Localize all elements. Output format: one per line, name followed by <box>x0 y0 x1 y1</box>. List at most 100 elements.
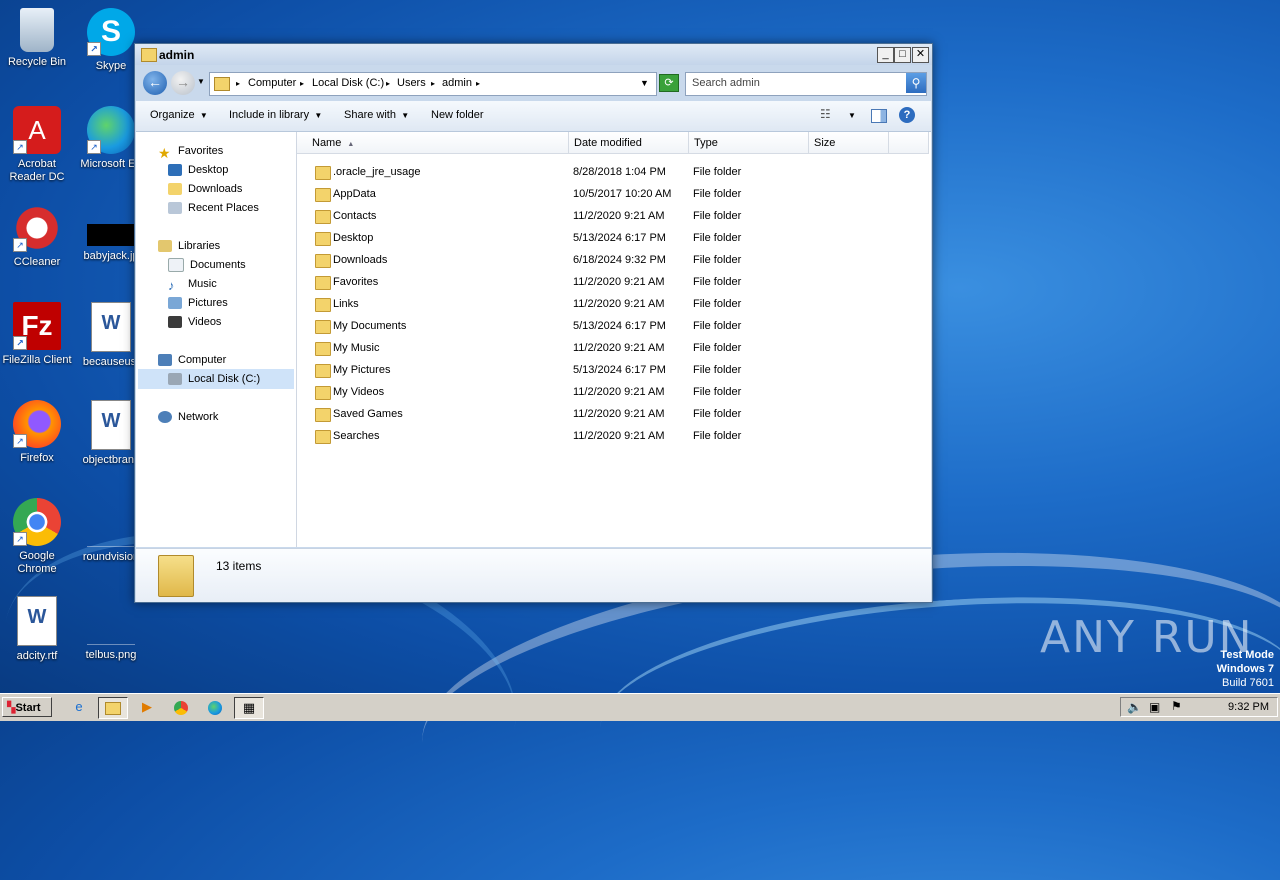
folder-icon <box>315 276 331 290</box>
table-row[interactable]: My Music 11/2/2020 9:21 AM File folder <box>297 337 931 359</box>
recent-pages-chevron-icon[interactable]: ▼ <box>197 77 205 86</box>
volume-icon[interactable]: 🔈 <box>1127 700 1142 714</box>
chevron-icon[interactable]: ▸ <box>386 79 390 88</box>
word-document-icon: W <box>91 302 131 352</box>
table-row[interactable]: Desktop 5/13/2024 6:17 PM File folder <box>297 227 931 249</box>
table-row[interactable]: Favorites 11/2/2020 9:21 AM File folder <box>297 271 931 293</box>
chevron-icon[interactable]: ▸ <box>431 79 435 88</box>
videos-icon <box>168 316 182 329</box>
search-input[interactable]: Search admin ⚲ <box>685 72 927 96</box>
nav-pictures[interactable]: Pictures <box>168 295 228 311</box>
desktop-icon-telbus[interactable]: telbus.png <box>74 596 148 662</box>
network-tray-icon[interactable]: ▣ <box>1149 700 1160 714</box>
column-header-type[interactable]: Type <box>689 132 809 154</box>
explorer-taskbar-icon[interactable] <box>98 697 128 719</box>
cell-name: Downloads <box>333 254 388 266</box>
ie-taskbar-icon[interactable]: e <box>68 697 90 717</box>
nav-label: Libraries <box>178 240 221 252</box>
desktop-icon-chrome[interactable]: ↗ Google Chrome <box>0 498 74 576</box>
minimize-button[interactable]: _ <box>877 47 894 63</box>
table-row[interactable]: Downloads 6/18/2024 9:32 PM File folder <box>297 249 931 271</box>
cell-type: File folder <box>693 210 742 222</box>
folder-icon <box>315 188 331 202</box>
maximize-button[interactable]: □ <box>894 47 911 63</box>
desktop-icon-label: Recycle Bin <box>7 56 67 68</box>
start-button[interactable]: ▚Start <box>2 697 52 717</box>
share-with-button[interactable]: Share with ▼ <box>344 109 409 121</box>
chevron-icon[interactable]: ▸ <box>236 79 240 88</box>
nav-network[interactable]: Network <box>158 409 218 425</box>
column-header-date[interactable]: Date modified <box>569 132 689 154</box>
organize-button[interactable]: Organize ▼ <box>150 109 208 121</box>
chevron-icon[interactable]: ▸ <box>300 79 304 88</box>
column-header-size[interactable]: Size <box>809 132 889 154</box>
breadcrumb-admin[interactable]: admin <box>442 77 472 89</box>
folder-icon <box>315 232 331 246</box>
forward-button[interactable]: → <box>171 71 195 95</box>
table-row[interactable]: My Pictures 5/13/2024 6:17 PM File folder <box>297 359 931 381</box>
clock[interactable]: 9:32 PM <box>1228 701 1269 713</box>
table-row[interactable]: Searches 11/2/2020 9:21 AM File folder <box>297 425 931 447</box>
include-in-library-button[interactable]: Include in library ▼ <box>229 109 322 121</box>
nav-favorites[interactable]: ★ Favorites <box>158 143 223 162</box>
desktop-icon-firefox[interactable]: ↗ Firefox <box>0 400 74 465</box>
nav-libraries[interactable]: Libraries <box>158 238 220 254</box>
search-icon[interactable]: ⚲ <box>906 73 926 93</box>
desktop-icon-adcity[interactable]: W adcity.rtf <box>0 596 74 663</box>
nav-desktop[interactable]: Desktop <box>168 162 228 178</box>
table-row[interactable]: AppData 10/5/2017 10:20 AM File folder <box>297 183 931 205</box>
desktop-icon-label: babyjack.jp <box>83 250 139 262</box>
refresh-icon[interactable]: ⟳ <box>659 74 679 92</box>
breadcrumb-users[interactable]: Users <box>397 77 426 89</box>
chevron-down-icon: ▼ <box>197 111 208 120</box>
column-header-name[interactable]: Name ▲ <box>297 132 569 154</box>
breadcrumb-local-disk[interactable]: Local Disk (C:) <box>312 77 384 89</box>
preview-pane-icon[interactable] <box>871 109 887 123</box>
nav-recent-places[interactable]: Recent Places <box>168 200 259 216</box>
table-row[interactable]: Links 11/2/2020 9:21 AM File folder <box>297 293 931 315</box>
desktop-icon-acrobat[interactable]: A ↗ Acrobat Reader DC <box>0 106 74 184</box>
chevron-down-icon[interactable]: ▼ <box>848 111 856 120</box>
edge-taskbar-icon[interactable] <box>204 697 226 717</box>
address-dropdown-icon[interactable]: ▼ <box>640 78 649 88</box>
taskbar: ▚Start e ▶ ▦ 🔈 ▣ ⚑ 9:32 PM <box>0 693 1280 721</box>
cell-name: My Videos <box>333 386 385 398</box>
cell-name: Favorites <box>333 276 379 288</box>
cell-type: File folder <box>693 232 742 244</box>
desktop-icon-recycle-bin[interactable]: Recycle Bin <box>0 8 74 69</box>
title-bar[interactable]: admin _ □ ✕ <box>135 44 932 65</box>
chevron-icon[interactable]: ▸ <box>476 79 480 88</box>
breadcrumb-computer[interactable]: Computer <box>248 77 296 89</box>
nav-music[interactable]: ♪ Music <box>168 276 217 293</box>
nav-documents[interactable]: Documents <box>168 257 246 273</box>
table-row[interactable]: Contacts 11/2/2020 9:21 AM File folder <box>297 205 931 227</box>
desktop-icon-label: roundvision <box>82 551 140 563</box>
address-bar[interactable]: ▸ Computer ▸ Local Disk (C:) ▸ Users ▸ a… <box>209 72 657 96</box>
nav-videos[interactable]: Videos <box>168 314 221 330</box>
action-center-flag-icon[interactable]: ⚑ <box>1171 699 1182 713</box>
cell-date: 5/13/2024 6:17 PM <box>573 320 666 332</box>
cell-type: File folder <box>693 408 742 420</box>
new-folder-button[interactable]: New folder <box>431 109 484 121</box>
close-button[interactable]: ✕ <box>912 47 929 63</box>
media-player-taskbar-icon[interactable]: ▶ <box>136 697 158 717</box>
back-button[interactable]: ← <box>143 71 167 95</box>
desktop-icon <box>168 164 182 177</box>
cell-type: File folder <box>693 386 742 398</box>
desktop-icon-filezilla[interactable]: Fz ↗ FileZilla Client <box>0 302 74 367</box>
star-icon: ★ <box>158 145 171 162</box>
table-row[interactable]: Saved Games 11/2/2020 9:21 AM File folder <box>297 403 931 425</box>
chrome-taskbar-icon[interactable] <box>170 697 192 717</box>
desktop-icon-ccleaner[interactable]: ↗ CCleaner <box>0 204 74 269</box>
nav-computer[interactable]: Computer <box>158 352 226 368</box>
table-row[interactable]: My Documents 5/13/2024 6:17 PM File folder <box>297 315 931 337</box>
nav-downloads[interactable]: Downloads <box>168 181 242 197</box>
cell-date: 11/2/2020 9:21 AM <box>573 342 665 354</box>
table-row[interactable]: My Videos 11/2/2020 9:21 AM File folder <box>297 381 931 403</box>
view-options-icon[interactable]: ☷ <box>820 107 831 121</box>
cell-date: 5/13/2024 6:17 PM <box>573 232 666 244</box>
table-row[interactable]: .oracle_jre_usage 8/28/2018 1:04 PM File f… <box>297 161 931 183</box>
app-taskbar-icon[interactable]: ▦ <box>234 697 264 719</box>
help-icon[interactable]: ? <box>899 107 915 123</box>
nav-local-disk[interactable]: Local Disk (C:) <box>138 369 294 389</box>
